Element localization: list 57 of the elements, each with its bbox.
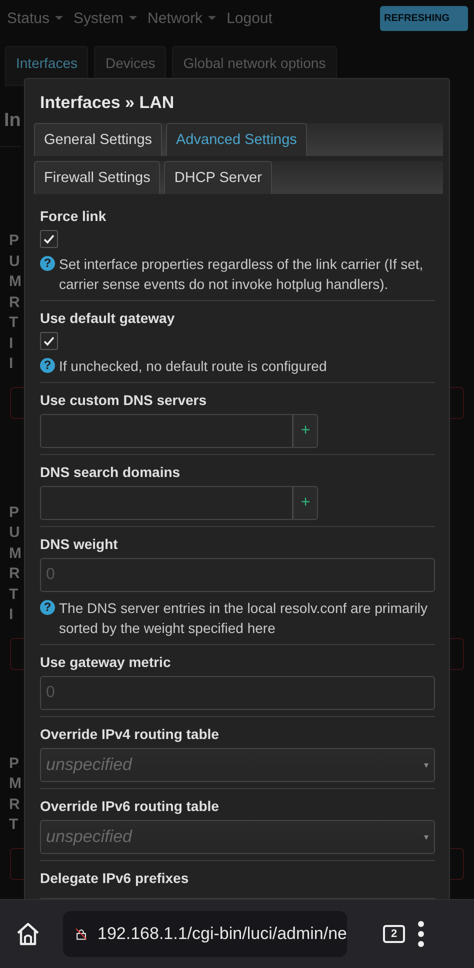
input-field[interactable] — [40, 414, 293, 448]
status-label: T — [9, 584, 18, 604]
help-icon[interactable]: ? — [40, 600, 55, 615]
status-label: M — [9, 544, 22, 564]
status-label: U — [9, 523, 20, 543]
status-label: M — [9, 774, 22, 794]
checkmark-icon — [43, 336, 55, 346]
status-label: T — [9, 313, 18, 333]
dropdown[interactable]: unspecified ▾ — [40, 748, 435, 782]
help-text: Set interface properties regardless of the link carrier (If set, carrier sense events do not invoke hotplug handlers). — [59, 255, 424, 294]
status-label: I — [9, 354, 14, 374]
status-label: R — [9, 794, 20, 814]
field-label: DNS search domains — [40, 464, 182, 480]
status-label: M — [9, 272, 22, 292]
settings-tab[interactable]: General Settings — [34, 123, 162, 156]
dialog-title: Interfaces » LAN — [40, 93, 176, 113]
status-label: I — [9, 334, 14, 354]
dropdown[interactable]: unspecified ▾ — [40, 820, 435, 854]
help-text: The DNS server entries in the local resolv.conf are primarily sorted by the weight specified here — [59, 599, 429, 638]
checkbox[interactable] — [40, 332, 58, 350]
status-label: R — [9, 564, 20, 584]
settings-tab[interactable]: Firewall Settings — [34, 161, 160, 194]
nav-menu-item[interactable]: Logout — [226, 10, 272, 26]
help-icon[interactable]: ? — [40, 256, 55, 271]
tab-count-button[interactable]: 2 — [383, 925, 405, 943]
checkbox[interactable] — [40, 230, 58, 248]
page-heading: In — [0, 86, 21, 147]
checkmark-icon — [43, 234, 55, 244]
field-label: Delegate IPv6 prefixes — [40, 870, 190, 886]
refreshing-indicator[interactable]: REFRESHING — [380, 6, 468, 30]
help-text: If unchecked, no default route is configured — [59, 357, 327, 376]
nav-menu-item[interactable]: Network — [148, 10, 216, 26]
field-label: Use custom DNS servers — [40, 392, 208, 408]
status-label: P — [9, 502, 20, 522]
field-label: DNS weight — [40, 536, 119, 552]
status-label: R — [9, 292, 20, 312]
status-label: T — [9, 815, 18, 835]
input-field[interactable] — [40, 486, 293, 520]
status-label: U — [9, 252, 20, 272]
nav-menu-item[interactable]: System — [74, 10, 137, 26]
field-label: Force link — [40, 208, 108, 224]
nav-menu-item[interactable]: Status — [7, 10, 63, 26]
field-label: Override IPv6 routing table — [40, 798, 220, 814]
settings-tab[interactable]: Advanced Settings — [166, 123, 307, 156]
settings-tab[interactable]: DHCP Server — [164, 161, 272, 194]
add-button[interactable]: + — [293, 486, 318, 520]
address-bar[interactable]: 192.168.1.1/cgi-bin/luci/admin/ne — [63, 911, 347, 957]
field-label: Override IPv4 routing table — [40, 726, 220, 742]
home-icon[interactable] — [15, 921, 41, 947]
help-icon[interactable]: ? — [40, 358, 55, 373]
status-label: P — [9, 754, 20, 774]
field-label: Use default gateway — [40, 310, 176, 326]
field-label: Use gateway metric — [40, 654, 172, 670]
status-label: P — [9, 231, 20, 251]
add-button[interactable]: + — [293, 414, 318, 448]
status-label: I — [9, 605, 14, 625]
menu-icon[interactable] — [417, 920, 425, 948]
